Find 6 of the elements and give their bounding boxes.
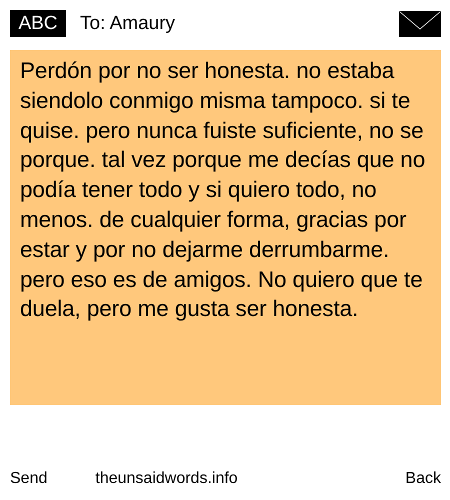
- website-label: theunsaidwords.info: [95, 469, 238, 489]
- input-mode-indicator: ABC: [10, 10, 66, 37]
- envelope-icon: [399, 10, 441, 36]
- recipient-label: To: Amaury: [80, 14, 176, 33]
- send-softkey[interactable]: Send: [10, 467, 48, 491]
- back-softkey[interactable]: Back: [405, 467, 441, 491]
